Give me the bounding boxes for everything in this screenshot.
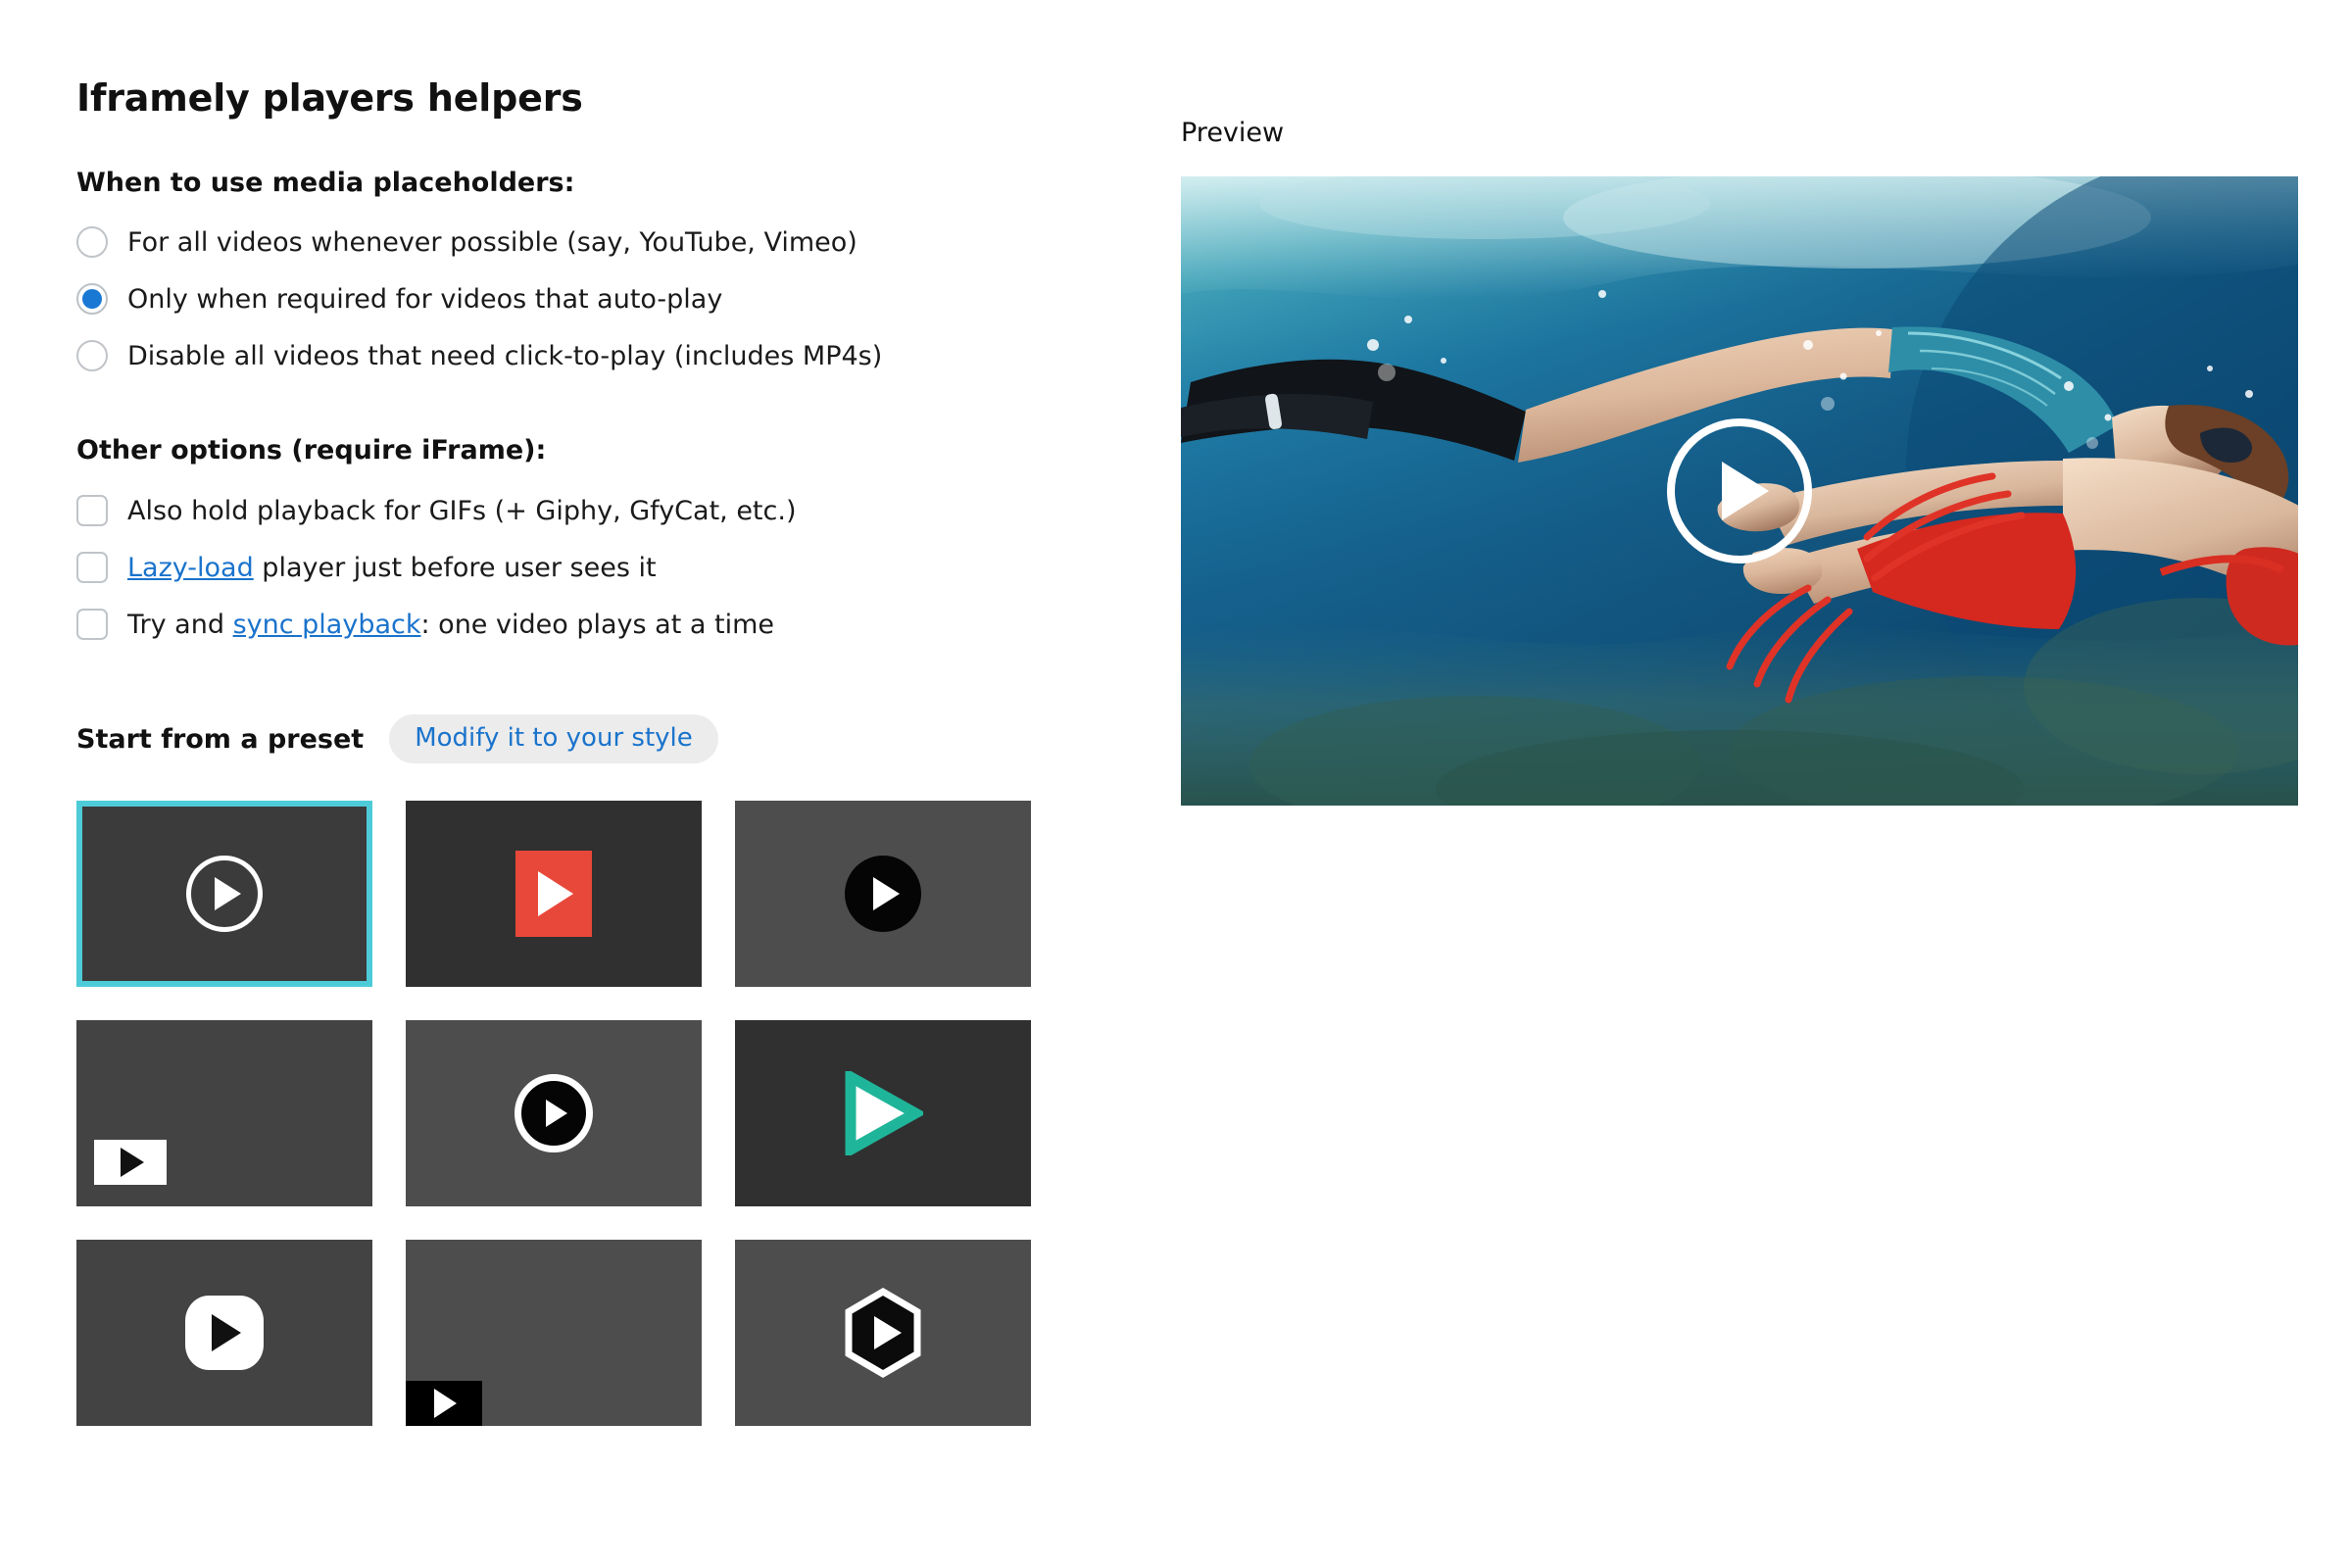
radio-option-all-videos[interactable]: For all videos whenever possible (say, Y… <box>76 222 1096 262</box>
checkbox-label-gifs: Also hold playback for GIFs (+ Giphy, Gf… <box>127 494 796 528</box>
settings-panel: Iframely players helpers When to use med… <box>76 76 1096 1427</box>
checkbox-label-lazy-load: Lazy-load player just before user sees i… <box>127 551 657 585</box>
preset-tile-hexagon[interactable] <box>735 1240 1031 1427</box>
preset-tile-white-squircle[interactable] <box>76 1240 372 1427</box>
preset-thumb-white-tab-corner <box>76 1020 372 1207</box>
play-icon-white-squircle <box>185 1296 264 1371</box>
play-icon-hexagon <box>841 1287 925 1379</box>
preset-thumb-hexagon <box>735 1240 1031 1427</box>
hexagon-svg <box>845 1288 921 1379</box>
checkbox-label-gifs-text: Also hold playback for GIFs (+ Giphy, Gf… <box>127 495 797 526</box>
radio-option-disable-all[interactable]: Disable all videos that need click-to-pl… <box>76 336 1096 375</box>
preset-tile-teal-triangle[interactable] <box>735 1020 1031 1207</box>
other-options-heading: Other options (require iFrame): <box>76 435 547 466</box>
radio-label-all-videos: For all videos whenever possible (say, Y… <box>127 226 858 258</box>
radio-label-auto-play: Only when required for videos that auto-… <box>127 283 723 315</box>
preset-tile-white-tab-corner[interactable] <box>76 1020 372 1207</box>
play-icon-black-disc-ring <box>514 1074 593 1153</box>
checkbox-option-sync-playback[interactable]: Try and sync playback: one video plays a… <box>76 605 1096 644</box>
checkbox-sync-playback[interactable] <box>76 609 108 641</box>
play-icon-black-disc <box>845 856 921 933</box>
sync-playback-text-before: Try and <box>127 609 233 640</box>
radio-option-auto-play[interactable]: Only when required for videos that auto-… <box>76 279 1096 318</box>
checkbox-label-sync-playback: Try and sync playback: one video plays a… <box>127 608 774 642</box>
app-root: Iframely players helpers When to use med… <box>0 0 2352 1568</box>
preset-thumb-teal-triangle <box>735 1020 1031 1207</box>
other-options-group: Other options (require iFrame): Also hol… <box>76 434 1096 644</box>
checkbox-lazy-load[interactable] <box>76 552 108 584</box>
preset-thumb-black-tab-corner <box>406 1240 702 1427</box>
play-icon-red-square <box>515 851 592 938</box>
modify-style-button[interactable]: Modify it to your style <box>389 714 718 764</box>
checkbox-gifs[interactable] <box>76 495 108 527</box>
play-icon-white-tab <box>94 1140 167 1186</box>
preset-thumb-red-square <box>406 801 702 988</box>
radio-disable-all[interactable] <box>76 340 108 372</box>
sync-playback-link[interactable]: sync playback <box>233 610 421 640</box>
preset-tile-black-disc[interactable] <box>735 801 1031 988</box>
preset-grid <box>76 801 1031 1427</box>
preview-label: Preview <box>1181 118 1285 148</box>
media-placeholders-group: When to use media placeholders: For all … <box>76 167 1096 376</box>
preview-play-button[interactable] <box>1667 418 1812 564</box>
preview-panel: Preview <box>1181 118 2298 807</box>
checkbox-option-lazy-load[interactable]: Lazy-load player just before user sees i… <box>76 548 1096 587</box>
checkbox-label-lazy-load-text: player just before user sees it <box>253 552 657 583</box>
radio-label-disable-all: Disable all videos that need click-to-pl… <box>127 340 883 371</box>
preview-player[interactable] <box>1181 176 2298 807</box>
preset-thumb-circle-outline <box>82 807 367 982</box>
lazy-load-link[interactable]: Lazy-load <box>127 553 254 583</box>
preset-thumb-black-disc <box>735 801 1031 988</box>
media-placeholders-heading: When to use media placeholders: <box>76 167 575 198</box>
radio-all-videos[interactable] <box>76 226 108 259</box>
checkbox-option-gifs[interactable]: Also hold playback for GIFs (+ Giphy, Gf… <box>76 491 1096 530</box>
sync-playback-text-after: : one video plays at a time <box>420 609 775 640</box>
play-icon-circle-outline <box>186 856 263 933</box>
preset-thumb-white-squircle <box>76 1240 372 1427</box>
play-icon <box>1722 462 1769 521</box>
preset-header: Start from a preset Modify it to your st… <box>76 714 1096 764</box>
preset-tile-red-square[interactable] <box>406 801 702 988</box>
play-icon-teal-triangle <box>843 1071 923 1156</box>
teal-triangle-svg <box>845 1071 923 1156</box>
preset-header-label: Start from a preset <box>76 723 365 755</box>
play-icon-black-tab <box>406 1381 482 1427</box>
radio-auto-play[interactable] <box>76 283 108 316</box>
page-title: Iframely players helpers <box>76 76 583 120</box>
preset-tile-circle-outline[interactable] <box>76 801 372 988</box>
preset-tile-black-disc-ring[interactable] <box>406 1020 702 1207</box>
preset-tile-black-tab-corner[interactable] <box>406 1240 702 1427</box>
preset-thumb-black-disc-ring <box>406 1020 702 1207</box>
